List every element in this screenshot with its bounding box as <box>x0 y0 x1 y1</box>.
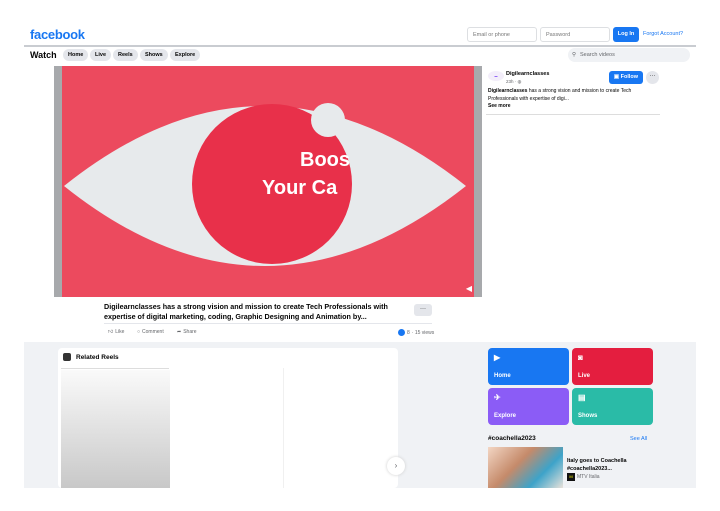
see-all-link[interactable]: See All <box>630 436 647 442</box>
reaction-count: 8 <box>407 329 410 336</box>
rocket-icon: ✈ <box>494 393 501 402</box>
reel-thumbnail[interactable] <box>61 370 170 488</box>
caption-more-button[interactable]: ··· <box>414 304 432 316</box>
like-reaction-icon <box>398 329 405 336</box>
like-button[interactable]: 👍︎ Like <box>108 329 124 335</box>
video-letterbox-right <box>474 66 482 297</box>
nav-tile-home[interactable]: ▶ Home <box>488 348 569 385</box>
divider <box>283 368 284 488</box>
hashtag-title[interactable]: #coachella2023 <box>488 435 536 442</box>
tab-reels[interactable]: Reels <box>113 49 138 61</box>
forgot-account-link[interactable]: Forgot Account? <box>643 31 683 37</box>
divider <box>104 323 432 324</box>
follow-icon: ▣ <box>613 74 620 80</box>
like-icon: 👍︎ <box>108 329 114 335</box>
tile-label: Explore <box>494 413 517 419</box>
divider <box>24 45 696 47</box>
page-avatar[interactable]: ▬ <box>488 71 504 81</box>
related-reels-title: Related Reels <box>76 354 119 361</box>
follow-label: Follow <box>620 74 639 80</box>
live-icon: ◙ <box>578 353 583 362</box>
related-reels-card: Related Reels › <box>58 348 405 488</box>
page-title: Watch <box>30 50 57 60</box>
search-icon: ⚲ <box>572 52 577 58</box>
overlay-text-line1: Boos <box>300 149 350 171</box>
hashtag-video-thumbnail[interactable] <box>488 447 563 488</box>
tile-label: Shows <box>578 413 598 419</box>
tab-explore[interactable]: Explore <box>170 49 201 61</box>
nav-tile-explore[interactable]: ✈ Explore <box>488 388 569 425</box>
follow-button[interactable]: ▣ Follow <box>609 71 643 84</box>
more-options-button[interactable]: ··· <box>646 71 659 84</box>
password-field[interactable]: Password <box>540 27 610 42</box>
video-icon: ▶ <box>494 353 501 362</box>
view-count: · 15 views <box>411 329 435 336</box>
video-source[interactable]: M MTV Italia <box>567 473 600 481</box>
share-button[interactable]: ➦ Share <box>177 329 197 335</box>
comment-button[interactable]: ○ Comment <box>137 329 164 335</box>
time-text: 23h · <box>506 79 517 84</box>
like-label: Like <box>115 329 125 335</box>
facebook-logo[interactable]: facebook <box>30 27 85 42</box>
nav-tile-shows[interactable]: ▤ Shows <box>572 388 653 425</box>
overlay-text-line2: Your Ca <box>262 177 338 199</box>
share-icon: ➦ <box>177 329 182 335</box>
search-input[interactable]: ⚲ Search videos <box>568 48 690 62</box>
video-caption: Digilearnclasses has a strong vision and… <box>104 302 388 321</box>
reaction-summary[interactable]: 8 · 15 views <box>398 329 434 336</box>
globe-icon: ◍ <box>517 79 522 84</box>
shows-icon: ▤ <box>578 393 586 402</box>
search-placeholder: Search videos <box>580 52 615 58</box>
reels-icon <box>63 353 71 361</box>
mtv-logo: M <box>567 473 575 481</box>
tab-home[interactable]: Home <box>63 49 89 61</box>
page-name[interactable]: Digilearnclasses <box>506 71 549 77</box>
divider <box>61 368 169 369</box>
post-time: 23h · ◍ <box>506 79 521 85</box>
see-more-link[interactable]: See more <box>488 103 511 109</box>
share-label: Share <box>183 329 197 335</box>
tab-shows[interactable]: Shows <box>140 49 168 61</box>
tab-live[interactable]: Live <box>90 49 112 61</box>
volume-icon[interactable]: ◀ <box>466 284 472 293</box>
email-field[interactable]: Email or phone <box>467 27 537 42</box>
login-button[interactable]: Log In <box>613 27 639 42</box>
video-player[interactable]: Boos Your Ca ◀ <box>54 66 482 297</box>
tile-label: Home <box>494 373 511 379</box>
video-letterbox-left <box>54 66 62 297</box>
description-name: Digilearnclasses <box>488 88 528 94</box>
nav-tile-live[interactable]: ◙ Live <box>572 348 653 385</box>
source-name: MTV Italia <box>577 474 600 480</box>
comment-label: Comment <box>142 329 164 335</box>
hashtag-video-title[interactable]: Italy goes to Coachella #coachella2023..… <box>567 457 647 473</box>
post-info-panel: ▬ Digilearnclasses 23h · ◍ ▣ Follow ··· … <box>486 68 660 115</box>
tile-label: Live <box>578 373 591 379</box>
comment-icon: ○ <box>137 329 141 335</box>
chevron-right-icon[interactable]: › <box>387 457 405 475</box>
